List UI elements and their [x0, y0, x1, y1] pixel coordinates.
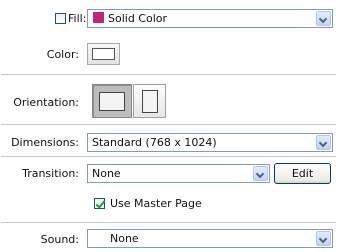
color-preview [92, 48, 115, 60]
use-master-page-label: Use Master Page [110, 197, 202, 210]
dimensions-dropdown[interactable]: Standard (768 x 1024) [87, 133, 333, 152]
fill-dropdown[interactable]: Solid Color [87, 9, 333, 28]
orientation-label: Orientation: [13, 96, 79, 109]
divider [1, 156, 336, 157]
transition-label: Transition: [22, 167, 79, 180]
portrait-orientation-button[interactable] [133, 84, 166, 118]
fill-checkbox[interactable] [55, 13, 66, 24]
sound-dropdown[interactable]: None [87, 229, 333, 248]
landscape-orientation-button[interactable] [92, 84, 132, 118]
divider [1, 222, 336, 223]
portrait-page-icon [142, 90, 158, 113]
transition-dropdown-value: None [92, 167, 121, 180]
properties-panel: Fill: Solid Color Color: Orientation: Di… [0, 0, 337, 252]
landscape-page-icon [99, 92, 125, 111]
color-picker-button[interactable] [87, 43, 120, 65]
color-label: Color: [46, 48, 79, 61]
chevron-down-icon[interactable] [316, 231, 331, 246]
dimensions-dropdown-value: Standard (768 x 1024) [92, 136, 217, 149]
chevron-down-icon[interactable] [316, 135, 331, 150]
chevron-down-icon[interactable] [316, 11, 331, 26]
use-master-page-checkbox[interactable] [94, 198, 105, 209]
sound-dropdown-value: None [110, 232, 139, 245]
chevron-down-icon[interactable] [253, 166, 268, 181]
edit-transition-button[interactable]: Edit [274, 163, 331, 184]
fill-color-swatch [93, 12, 104, 23]
fill-dropdown-value: Solid Color [108, 12, 168, 25]
divider [1, 124, 336, 125]
sound-label: Sound: [40, 233, 79, 246]
dimensions-label: Dimensions: [11, 136, 79, 149]
transition-dropdown[interactable]: None [87, 164, 270, 183]
fill-label: Fill: [68, 12, 87, 25]
divider [1, 74, 336, 75]
